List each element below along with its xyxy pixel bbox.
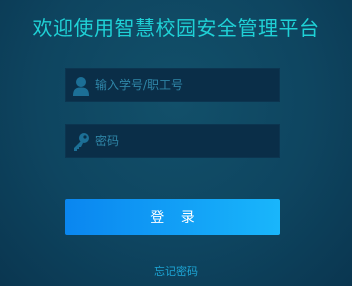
login-button[interactable]: 登 录 bbox=[65, 199, 280, 235]
key-icon bbox=[72, 132, 90, 152]
page-title: 欢迎使用智慧校园安全管理平台 bbox=[32, 16, 320, 40]
forgot-password-link[interactable]: 忘记密码 bbox=[0, 263, 352, 279]
username-input[interactable] bbox=[95, 69, 275, 101]
user-icon bbox=[72, 76, 90, 96]
password-input[interactable] bbox=[95, 125, 275, 157]
username-field[interactable] bbox=[65, 68, 280, 102]
password-field[interactable] bbox=[65, 124, 280, 158]
